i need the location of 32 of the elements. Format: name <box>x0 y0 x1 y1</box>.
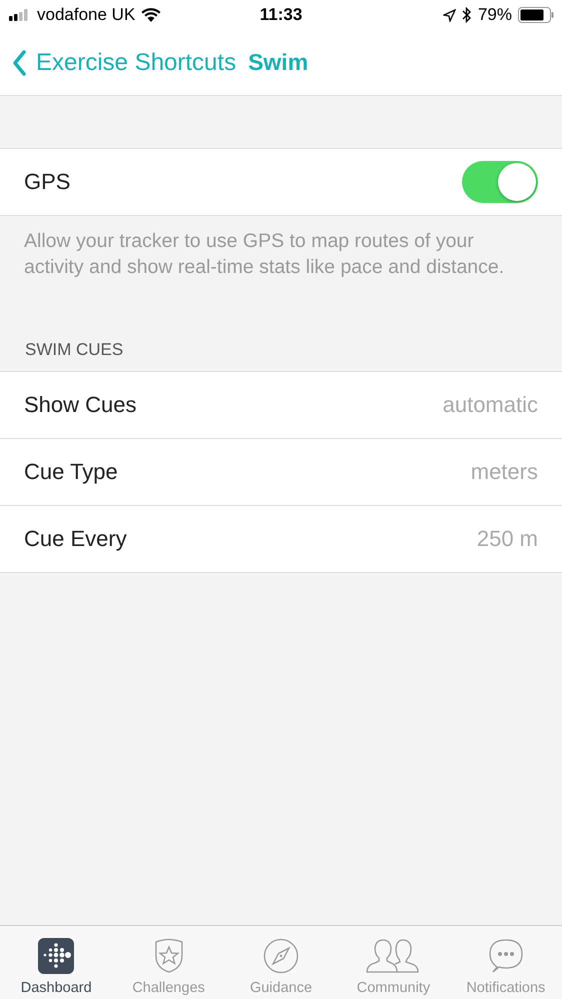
settings-row[interactable]: Show Cues automatic <box>0 372 562 439</box>
tab-item[interactable]: Challenges <box>112 930 225 996</box>
page-title: Swim <box>248 49 308 76</box>
speech-bubble-icon <box>488 938 524 974</box>
location-icon <box>442 8 456 22</box>
row-value: automatic <box>442 392 538 418</box>
gps-label: GPS <box>24 169 70 195</box>
row-value: meters <box>470 459 538 485</box>
section-header: SWIM CUES <box>24 339 124 361</box>
gps-toggle[interactable] <box>462 161 538 203</box>
people-icon <box>366 938 420 974</box>
row-value: 250 m <box>476 526 538 552</box>
back-button[interactable]: Exercise Shortcuts <box>12 48 236 76</box>
tab-item[interactable]: Dashboard <box>0 930 112 996</box>
battery-percent: 79% <box>478 5 512 25</box>
clock-time: 11:33 <box>260 5 302 25</box>
compass-icon <box>263 938 300 974</box>
row-label: Cue Every <box>24 526 127 552</box>
row-label: Cue Type <box>24 459 118 485</box>
tab-item[interactable]: Community <box>337 930 450 996</box>
wifi-icon <box>141 8 162 22</box>
chevron-left-icon <box>12 50 26 76</box>
bluetooth-icon <box>462 7 472 23</box>
battery-icon <box>518 7 554 23</box>
settings-row[interactable]: Cue Every 250 m <box>0 506 562 573</box>
tab-item[interactable]: Guidance <box>224 930 338 996</box>
row-label: Show Cues <box>24 392 137 418</box>
carrier-name: vodafone UK <box>37 5 136 25</box>
tab-item[interactable]: Notifications <box>450 930 562 996</box>
settings-row[interactable]: Cue Type meters <box>0 439 562 506</box>
gps-description: Allow your tracker to use GPS to map routes of your activity and show real-time stats like pace and distance. <box>23 229 506 280</box>
dots-icon <box>38 938 74 974</box>
